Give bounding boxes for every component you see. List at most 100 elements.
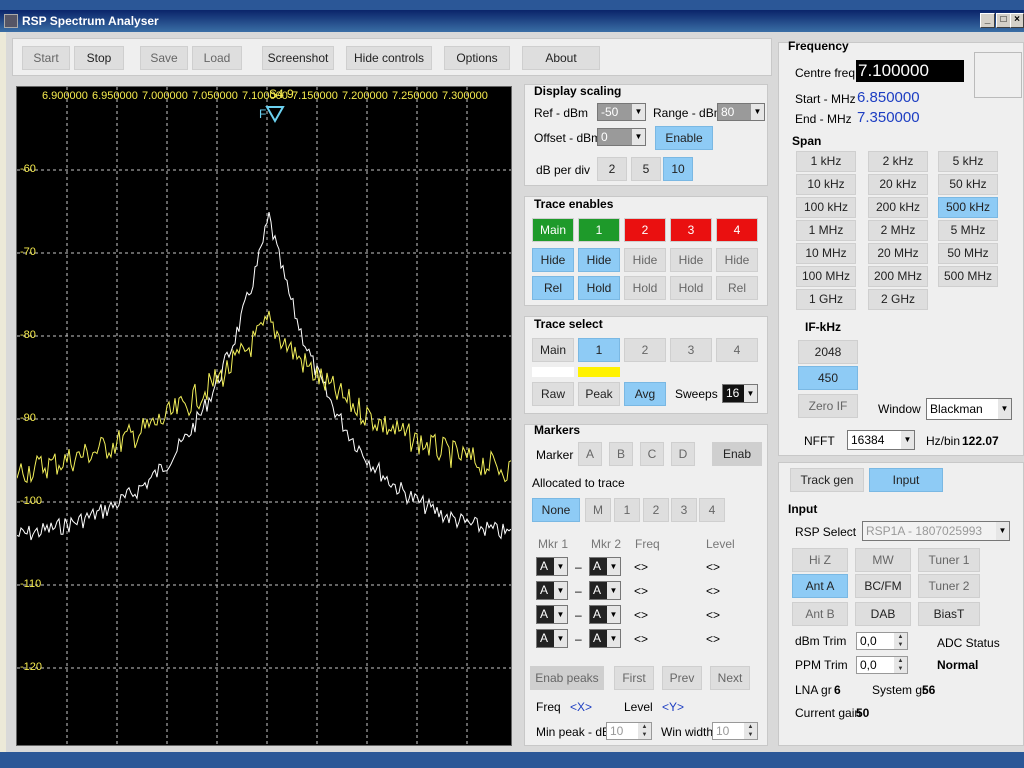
mkr1-select[interactable]: A ▼ xyxy=(536,605,568,624)
marker-a-button[interactable]: A xyxy=(578,442,602,466)
load-button[interactable]: Load xyxy=(192,46,242,70)
save-button[interactable]: Save xyxy=(140,46,188,70)
trace-main-enable[interactable]: Main xyxy=(532,218,574,242)
ant-b-button[interactable]: Ant B xyxy=(792,602,848,626)
mkr1-select[interactable]: A ▼ xyxy=(536,629,568,648)
select-trace-2[interactable]: 2 xyxy=(624,338,666,362)
about-button[interactable]: About xyxy=(522,46,600,70)
minimize-icon[interactable]: _ xyxy=(980,13,995,28)
select-trace-main[interactable]: Main xyxy=(532,338,574,362)
select-trace-3[interactable]: 3 xyxy=(670,338,712,362)
span-button[interactable]: 100 kHz xyxy=(796,197,856,218)
alloc-4-button[interactable]: 4 xyxy=(699,498,725,522)
tab-track-gen[interactable]: Track gen xyxy=(790,468,864,492)
span-button[interactable]: 5 MHz xyxy=(938,220,998,241)
marker-b-button[interactable]: B xyxy=(609,442,633,466)
trace-2-hold[interactable]: Hold xyxy=(624,276,666,300)
hi-z-button[interactable]: Hi Z xyxy=(792,548,848,572)
dab-button[interactable]: DAB xyxy=(855,602,911,626)
tuner-2-button[interactable]: Tuner 2 xyxy=(918,574,980,598)
db-per-div-5-button[interactable]: 5 xyxy=(631,157,661,181)
trace-1-enable[interactable]: 1 xyxy=(578,218,620,242)
span-button[interactable]: 500 MHz xyxy=(938,266,998,287)
alloc-1-button[interactable]: 1 xyxy=(614,498,640,522)
alloc-none-button[interactable]: None xyxy=(532,498,580,522)
win-width-stepper[interactable]: 10 ▲ ▼ xyxy=(712,722,758,740)
trace-4-enable[interactable]: 4 xyxy=(716,218,758,242)
span-button[interactable]: 20 kHz xyxy=(868,174,928,195)
sweeps-select[interactable]: 16 ▼ xyxy=(722,384,758,403)
trace-3-enable[interactable]: 3 xyxy=(670,218,712,242)
span-button[interactable]: 1 kHz xyxy=(796,151,856,172)
span-button[interactable]: 2 GHz xyxy=(868,289,928,310)
marker-enab-button[interactable]: Enab xyxy=(712,442,762,466)
zero-if-button[interactable]: Zero IF xyxy=(798,394,858,418)
peak-mode-button[interactable]: Peak xyxy=(578,382,620,406)
mkr2-select[interactable]: A ▼ xyxy=(589,629,621,648)
start-button[interactable]: Start xyxy=(22,46,70,70)
nfft-select[interactable]: 16384 ▼ xyxy=(847,430,915,450)
span-button[interactable]: 500 kHz xyxy=(938,197,998,218)
trace-1-hide[interactable]: Hide xyxy=(578,248,620,272)
span-button[interactable]: 1 GHz xyxy=(796,289,856,310)
span-button[interactable]: 100 MHz xyxy=(796,266,856,287)
span-button[interactable]: 10 MHz xyxy=(796,243,856,264)
trace-2-enable[interactable]: 2 xyxy=(624,218,666,242)
enable-offset-button[interactable]: Enable xyxy=(655,126,713,150)
prev-peak-button[interactable]: Prev xyxy=(662,666,702,690)
span-button[interactable]: 2 kHz xyxy=(868,151,928,172)
span-button[interactable]: 50 kHz xyxy=(938,174,998,195)
hide-controls-button[interactable]: Hide controls xyxy=(346,46,432,70)
trace-2-hide[interactable]: Hide xyxy=(624,248,666,272)
db-per-div-2-button[interactable]: 2 xyxy=(597,157,627,181)
window-select[interactable]: Blackman ▼ xyxy=(926,398,1012,420)
trace-main-rel[interactable]: Rel xyxy=(532,276,574,300)
span-button[interactable]: 5 kHz xyxy=(938,151,998,172)
mkr2-select[interactable]: A ▼ xyxy=(589,557,621,576)
bias-t-button[interactable]: BiasT xyxy=(918,602,980,626)
dbm-trim-stepper[interactable]: 0,0 ▲ ▼ xyxy=(856,632,908,650)
db-per-div-10-button[interactable]: 10 xyxy=(663,157,693,181)
span-button[interactable]: 1 MHz xyxy=(796,220,856,241)
first-peak-button[interactable]: First xyxy=(614,666,654,690)
marker-c-button[interactable]: C xyxy=(640,442,664,466)
mkr2-select[interactable]: A ▼ xyxy=(589,581,621,600)
span-button[interactable]: 2 MHz xyxy=(868,220,928,241)
spectrum-display[interactable]: 6.900000 6.950000 7.000000 7.050000 7.100000… xyxy=(16,86,512,746)
ppm-trim-stepper[interactable]: 0,0 ▲ ▼ xyxy=(856,656,908,674)
ref-dbm-select[interactable]: -50 ▼ xyxy=(597,103,646,121)
ant-a-button[interactable]: Ant A xyxy=(792,574,848,598)
bc-fm-button[interactable]: BC/FM xyxy=(855,574,911,598)
close-icon[interactable]: × xyxy=(1010,13,1024,28)
marker-d-button[interactable]: D xyxy=(671,442,695,466)
mw-button[interactable]: MW xyxy=(855,548,911,572)
next-peak-button[interactable]: Next xyxy=(710,666,750,690)
alloc-3-button[interactable]: 3 xyxy=(671,498,697,522)
offset-dbm-select[interactable]: 0 ▼ xyxy=(597,128,646,146)
if-450-button[interactable]: 450 xyxy=(798,366,858,390)
alloc-2-button[interactable]: 2 xyxy=(643,498,669,522)
trace-main-hide[interactable]: Hide xyxy=(532,248,574,272)
select-trace-1[interactable]: 1 xyxy=(578,338,620,362)
mkr2-select[interactable]: A ▼ xyxy=(589,605,621,624)
title-bar[interactable]: RSP Spectrum Analyser _ □ × xyxy=(0,10,1024,32)
if-2048-button[interactable]: 2048 xyxy=(798,340,858,364)
avg-mode-button[interactable]: Avg xyxy=(624,382,666,406)
raw-mode-button[interactable]: Raw xyxy=(532,382,574,406)
trace-4-hide[interactable]: Hide xyxy=(716,248,758,272)
trace-1-hold[interactable]: Hold xyxy=(578,276,620,300)
stop-button[interactable]: Stop xyxy=(74,46,124,70)
alloc-m-button[interactable]: M xyxy=(585,498,611,522)
tuner-1-button[interactable]: Tuner 1 xyxy=(918,548,980,572)
screenshot-button[interactable]: Screenshot xyxy=(262,46,334,70)
span-button[interactable]: 200 kHz xyxy=(868,197,928,218)
min-peak-stepper[interactable]: 10 ▲ ▼ xyxy=(606,722,652,740)
maximize-icon[interactable]: □ xyxy=(996,13,1011,28)
trace-3-hold[interactable]: Hold xyxy=(670,276,712,300)
span-button[interactable]: 200 MHz xyxy=(868,266,928,287)
span-button[interactable]: 10 kHz xyxy=(796,174,856,195)
select-trace-4[interactable]: 4 xyxy=(716,338,758,362)
trace-4-rel[interactable]: Rel xyxy=(716,276,758,300)
span-button[interactable]: 20 MHz xyxy=(868,243,928,264)
centre-freq-input[interactable]: 7.100000 xyxy=(856,60,964,82)
